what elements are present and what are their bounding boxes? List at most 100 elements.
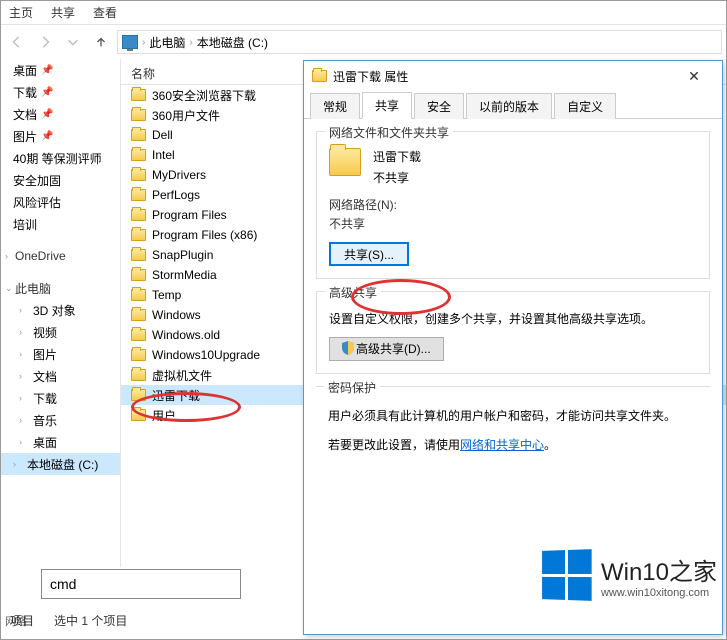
file-name: Windows.old [152,328,220,342]
folder-icon [312,70,327,82]
file-name: 360用户文件 [152,107,220,124]
folder-icon [131,229,146,241]
password-protect-group: 密码保护 用户必须具有此计算机的用户帐户和密码，才能访问共享文件夹。 若要更改此… [316,386,710,453]
sidebar-item[interactable]: 图片📌 [1,125,120,147]
sidebar-item[interactable]: 安全加固 [1,169,120,191]
file-name: StormMedia [152,268,217,282]
sidebar-item[interactable]: ›视频 [1,321,120,343]
file-name: PerfLogs [152,188,200,202]
file-name: Windows10Upgrade [152,348,260,362]
pin-icon: 📌 [41,65,53,76]
shield-icon [342,340,354,354]
search-input[interactable] [41,569,241,599]
search-box [41,569,241,599]
advanced-desc: 设置自定义权限，创建多个共享，并设置其他高级共享选项。 [329,310,697,327]
tab-1[interactable]: 共享 [362,92,412,119]
folder-icon [131,349,146,361]
menu-home[interactable]: 主页 [9,4,33,21]
menubar: 主页 共享 查看 [1,1,726,25]
menu-view[interactable]: 查看 [93,4,117,21]
forward-button[interactable] [33,30,57,54]
pin-icon: 📌 [41,109,53,120]
folder-icon [131,149,146,161]
folder-icon [131,209,146,221]
pin-icon: 📌 [41,131,53,142]
watermark: Win10之家 www.win10xitong.com [541,550,717,600]
sidebar-item[interactable]: ›桌面 [1,431,120,453]
pin-icon: 📌 [41,87,53,98]
folder-icon [131,329,146,341]
back-button[interactable] [5,30,29,54]
pwd-desc2: 若要更改此设置，请使用网络和共享中心。 [328,436,698,453]
network-center-link[interactable]: 网络和共享中心 [460,438,544,452]
share-name: 迅雷下载 [373,148,421,165]
dialog-titlebar[interactable]: 迅雷下载 属性 ✕ [304,61,722,91]
group-label: 网络文件和文件夹共享 [325,124,453,141]
advanced-share-group: 高级共享 设置自定义权限，创建多个共享，并设置其他高级共享选项。 高级共享(D)… [316,291,710,374]
file-name: 迅雷下载 [152,387,200,404]
folder-icon [131,309,146,321]
sidebar-disk-c[interactable]: ›本地磁盘 (C:) [1,453,120,475]
sidebar-item[interactable]: ›文档 [1,365,120,387]
navbar: › 此电脑 › 本地磁盘 (C:) [1,25,726,59]
path-label: 网络路径(N): [329,196,697,213]
breadcrumb[interactable]: › 此电脑 › 本地磁盘 (C:) [117,30,722,54]
chevron-right-icon: › [142,37,145,48]
sidebar: 桌面📌下载📌文档📌图片📌40期 等保测评师安全加固风险评估培训 ›OneDriv… [1,59,121,567]
folder-icon [131,389,146,401]
network-share-group: 网络文件和文件夹共享 迅雷下载 不共享 网络路径(N): 不共享 共享(S)..… [316,131,710,279]
tab-2[interactable]: 安全 [414,93,464,119]
file-name: MyDrivers [152,168,206,182]
tab-3[interactable]: 以前的版本 [466,93,552,119]
file-name: 用户 [152,407,176,424]
group-label: 密码保护 [324,379,380,396]
sidebar-item[interactable]: 桌面📌 [1,59,120,81]
sidebar-item[interactable]: ›下载 [1,387,120,409]
file-name: Temp [152,288,181,302]
sidebar-item[interactable]: 培训 [1,213,120,235]
tab-4[interactable]: 自定义 [554,93,616,119]
sidebar-item[interactable]: ›音乐 [1,409,120,431]
crumb-disk[interactable]: 本地磁盘 (C:) [197,34,268,51]
advanced-share-button[interactable]: 高级共享(D)... [329,337,444,361]
folder-icon [131,369,146,381]
recent-dropdown[interactable] [61,30,85,54]
pc-icon [122,35,138,49]
folder-icon [131,129,146,141]
file-name: 360安全浏览器下载 [152,87,256,104]
sidebar-item[interactable]: 文档📌 [1,103,120,125]
file-name: Intel [152,148,175,162]
file-name: Program Files [152,208,227,222]
close-button[interactable]: ✕ [674,62,714,90]
tab-0[interactable]: 常规 [310,93,360,119]
sidebar-item[interactable]: 风险评估 [1,191,120,213]
crumb-pc[interactable]: 此电脑 [149,34,185,51]
sidebar-this-pc[interactable]: ⌄此电脑 [1,277,120,299]
sidebar-item[interactable]: 40期 等保测评师 [1,147,120,169]
sidebar-onedrive[interactable]: ›OneDrive [1,245,120,267]
folder-icon [131,409,146,421]
file-name: SnapPlugin [152,248,213,262]
folder-icon [131,189,146,201]
share-state: 不共享 [373,169,421,186]
folder-icon [131,109,146,121]
up-button[interactable] [89,30,113,54]
pwd-desc1: 用户必须具有此计算机的用户帐户和密码，才能访问共享文件夹。 [328,407,698,424]
folder-icon [131,249,146,261]
sidebar-item[interactable]: ›3D 对象 [1,299,120,321]
watermark-url: www.win10xitong.com [601,587,717,599]
sidebar-item[interactable]: ›图片 [1,343,120,365]
watermark-title: Win10之家 [601,552,717,587]
chevron-right-icon: › [189,37,192,48]
status-items: 项目 [10,612,34,629]
share-button[interactable]: 共享(S)... [329,242,409,266]
sidebar-item[interactable]: 下载📌 [1,81,120,103]
folder-large-icon [329,148,361,176]
menu-share[interactable]: 共享 [51,4,75,21]
dialog-title: 迅雷下载 属性 [333,68,408,85]
properties-dialog: 迅雷下载 属性 ✕ 常规共享安全以前的版本自定义 网络文件和文件夹共享 迅雷下载… [303,60,723,635]
path-value: 不共享 [329,215,697,232]
folder-icon [131,89,146,101]
dialog-tabs: 常规共享安全以前的版本自定义 [304,91,722,119]
file-name: Program Files (x86) [152,228,257,242]
